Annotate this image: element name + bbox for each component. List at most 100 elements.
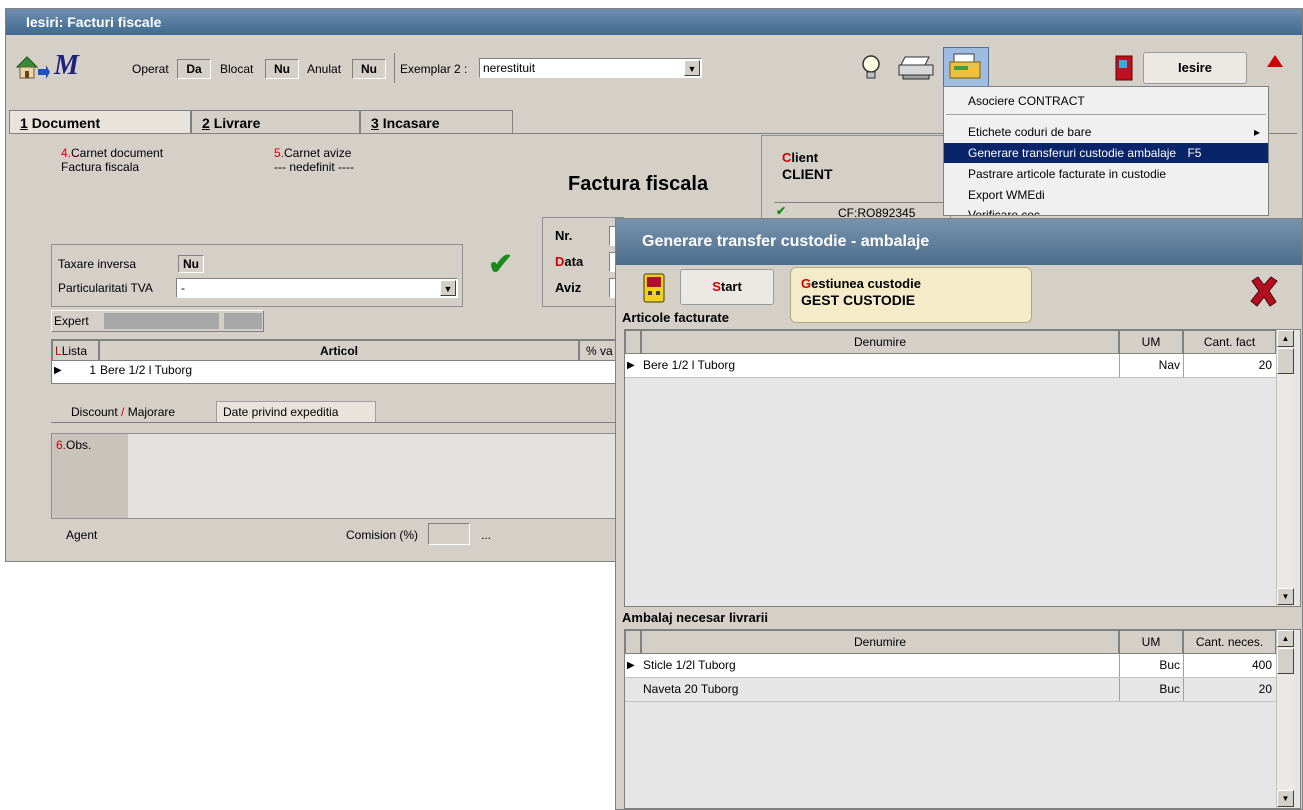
menu-item-export-wmedi[interactable]: Export WMEdi bbox=[944, 185, 1268, 205]
sec2-col-um: UM bbox=[1119, 630, 1183, 654]
scroll-down-icon[interactable]: ▼ bbox=[1277, 790, 1294, 807]
table-row[interactable]: ▶ Bere 1/2 l Tuborg Nav 20 bbox=[625, 354, 1276, 378]
chevron-down-icon[interactable]: ▼ bbox=[684, 60, 700, 76]
tab-incasare[interactable]: 3 Incasare bbox=[360, 110, 513, 134]
close-x-icon[interactable] bbox=[1248, 275, 1280, 307]
expert-field bbox=[104, 313, 219, 329]
tab-discount[interactable]: Discount / Majorare bbox=[71, 405, 175, 419]
scroll-down-icon[interactable]: ▼ bbox=[1277, 588, 1294, 605]
anulat-value[interactable]: Nu bbox=[352, 59, 386, 79]
operat-value[interactable]: Da bbox=[177, 59, 211, 79]
iesire-button[interactable]: Iesire bbox=[1143, 52, 1247, 84]
scroll-up-icon[interactable]: ▲ bbox=[1277, 630, 1294, 647]
tva-group: Taxare inversa Nu Particularitati TVA - … bbox=[51, 244, 463, 307]
menu-item-verificare-cec[interactable]: Verificare cec bbox=[944, 205, 1268, 215]
gest-rest: estiunea custodie bbox=[811, 276, 921, 291]
menu-generare-label: Generare transferuri custodie ambalaje bbox=[968, 146, 1177, 160]
client-value: CLIENT bbox=[782, 166, 833, 182]
obs-label: 6.Obs. bbox=[56, 438, 91, 452]
gest-custodie-box[interactable]: Gestiunea custodie GEST CUSTODIE bbox=[790, 267, 1032, 323]
scroll-thumb[interactable] bbox=[1277, 648, 1294, 674]
wme-logo-icon: M bbox=[54, 50, 79, 81]
particularitati-select[interactable]: - ▼ bbox=[176, 278, 458, 298]
sec1-col-cant: Cant. fact bbox=[1183, 330, 1276, 354]
comision-more-button[interactable]: ... bbox=[481, 528, 491, 542]
menu-item-pastrare[interactable]: Pastrare articole facturate in custodie bbox=[944, 164, 1268, 184]
blocat-label: Blocat bbox=[220, 62, 254, 76]
particularitati-value: - bbox=[181, 281, 185, 295]
fax-icon[interactable] bbox=[943, 47, 989, 87]
client-rest: lient bbox=[791, 150, 819, 165]
sec1-row-denumire: Bere 1/2 l Tuborg bbox=[643, 358, 736, 372]
comision-label: Comision (%) bbox=[346, 528, 419, 542]
obs-text: Obs. bbox=[66, 438, 92, 452]
custody-dialog: Generare transfer custodie - ambalaje St… bbox=[615, 218, 1303, 810]
sec2-row1-cant: 400 bbox=[1251, 658, 1272, 672]
majorare-label: Majorare bbox=[127, 405, 176, 419]
chevron-down-icon[interactable]: ▼ bbox=[440, 280, 456, 296]
comision-input[interactable] bbox=[428, 523, 470, 545]
expert-label: Expert bbox=[54, 314, 89, 328]
subtabs: Discount / Majorare Date privind expedit… bbox=[51, 401, 626, 423]
arrow-up-icon[interactable] bbox=[1265, 53, 1285, 69]
sec1-row-um: Nav bbox=[1158, 358, 1180, 372]
avize-value: --- nedefinit ---- bbox=[274, 160, 355, 174]
sec2-title: Ambalaj necesar livrarii bbox=[622, 610, 768, 625]
sec1-row-cant: 20 bbox=[1258, 358, 1272, 372]
menu-item-asociere-contract[interactable]: Asociere CONTRACT bbox=[944, 91, 1268, 111]
sec2-row2-denumire: Naveta 20 Tuborg bbox=[643, 682, 739, 696]
sec2-col-denumire: Denumire bbox=[641, 630, 1119, 654]
scroll-up-icon[interactable]: ▲ bbox=[1277, 330, 1294, 347]
printer-icon[interactable] bbox=[895, 53, 937, 81]
table-row[interactable]: ▶ Sticle 1/2l Tuborg Buc 400 bbox=[625, 654, 1276, 678]
sec2-scrollbar[interactable]: ▲ ▼ bbox=[1276, 630, 1294, 808]
checkmark-icon: ✔ bbox=[776, 204, 787, 218]
start-device-icon[interactable] bbox=[638, 271, 672, 305]
agent-text: Agent bbox=[66, 528, 98, 542]
grid-corner bbox=[625, 330, 641, 354]
taxare-value[interactable]: Nu bbox=[178, 255, 204, 273]
carnet-avize: 5.Carnet avize --- nedefinit ---- bbox=[274, 146, 354, 174]
table-row[interactable]: ▶ 1 Bere 1/2 l Tuborg bbox=[52, 361, 625, 383]
table-row[interactable]: Naveta 20 Tuborg Buc 20 bbox=[625, 678, 1276, 702]
nr-label: Nr. bbox=[555, 228, 573, 243]
menu-generare-shortcut: F5 bbox=[1187, 146, 1202, 160]
row-name: Bere 1/2 l Tuborg bbox=[100, 363, 193, 377]
obs-input[interactable] bbox=[128, 434, 625, 518]
agent-label: Agent bbox=[66, 528, 97, 542]
expert-bar[interactable]: Expert bbox=[51, 310, 264, 332]
scroll-thumb[interactable] bbox=[1277, 348, 1294, 374]
data-initial: D bbox=[555, 254, 565, 269]
articles-grid: LLista Articol % va ▶ 1 Bere 1/2 l Tubor… bbox=[51, 339, 626, 384]
tab-livrare[interactable]: 2 Livrare bbox=[191, 110, 360, 134]
menu-item-generare-transferuri[interactable]: Generare transferuri custodie ambalaje F… bbox=[944, 143, 1268, 163]
carnet-value: Factura fiscala bbox=[61, 160, 140, 174]
checkmark-icon[interactable]: ✔ bbox=[488, 247, 513, 282]
blocat-value[interactable]: Nu bbox=[265, 59, 299, 79]
tab-document[interactable]: 1 Document bbox=[9, 110, 191, 134]
sec1-scrollbar[interactable]: ▲ ▼ bbox=[1276, 330, 1294, 606]
menu-etichete-label: Etichete coduri de bare bbox=[968, 125, 1092, 139]
dialog-title: Generare transfer custodie - ambalaje bbox=[616, 219, 1302, 265]
tab-expeditie[interactable]: Date privind expeditia bbox=[216, 401, 376, 422]
home-arrow-icon[interactable] bbox=[14, 53, 50, 81]
articole-grid: Denumire UM Cant. fact ▶ Bere 1/2 l Tubo… bbox=[624, 329, 1301, 607]
carnet-num: 4. bbox=[61, 146, 72, 160]
menu-item-etichete[interactable]: Etichete coduri de bare ▸ bbox=[944, 122, 1268, 142]
tab-livrare-num: 2 bbox=[202, 115, 210, 131]
lightbulb-icon[interactable] bbox=[856, 53, 886, 81]
window-title: Iesiri: Facturi fiscale bbox=[6, 9, 1302, 35]
tab-incasare-label: Incasare bbox=[382, 115, 440, 131]
sec2-row2-um: Buc bbox=[1159, 682, 1180, 696]
row-pointer-icon: ▶ bbox=[627, 660, 635, 671]
client-box[interactable]: Client CLIENT ✔ CF:RO892345 bbox=[761, 135, 951, 223]
discount-slash: / bbox=[121, 405, 125, 419]
toolbar-divider bbox=[394, 53, 395, 83]
sec1-col-denumire: Denumire bbox=[641, 330, 1119, 354]
exemplar-select[interactable]: nerestituit ▼ bbox=[479, 58, 702, 78]
gest-label: Gestiunea custodie bbox=[801, 276, 921, 291]
start-button[interactable]: Start bbox=[680, 269, 774, 305]
anulat-label: Anulat bbox=[307, 62, 342, 76]
gest-value: GEST CUSTODIE bbox=[801, 292, 916, 308]
exit-door-icon[interactable] bbox=[1115, 55, 1133, 81]
